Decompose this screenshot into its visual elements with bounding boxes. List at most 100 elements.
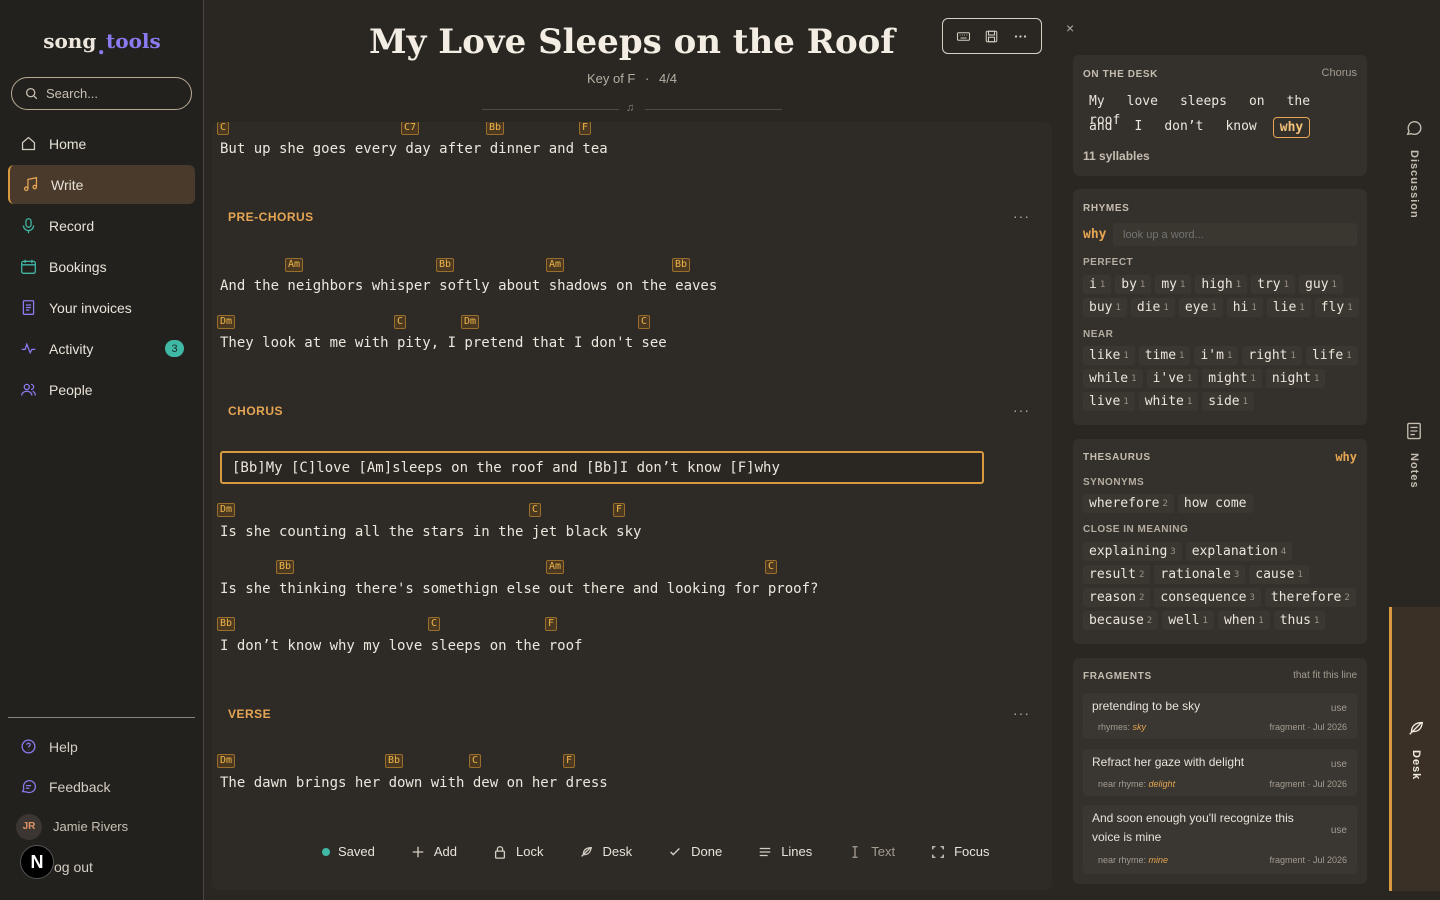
chord[interactable]: Am [546, 258, 565, 272]
section-menu-icon[interactable]: ··· [1013, 208, 1030, 224]
near-rhyme-chip[interactable]: life 1 [1305, 346, 1358, 365]
near-rhyme-chip[interactable]: night 1 [1265, 369, 1326, 388]
done-button[interactable]: Done [668, 844, 722, 859]
fragment-item[interactable]: pretending to be sky use rhymes: sky fra… [1083, 693, 1357, 739]
nav-item-activity[interactable]: Activity 3 [8, 329, 195, 368]
lyric-line[interactable]: The dawn brings her down with dew on her… [220, 775, 608, 791]
near-rhyme-chip[interactable]: like 1 [1083, 346, 1135, 365]
perfect-rhyme-chip[interactable]: guy 1 [1299, 275, 1343, 294]
near-rhyme-chip[interactable]: white 1 [1138, 392, 1199, 411]
rail-tab-notes[interactable]: Notes [1388, 422, 1440, 489]
rhyme-lookup-input[interactable] [1113, 223, 1357, 246]
chord[interactable]: Dm [217, 503, 236, 517]
lines-button[interactable]: Lines [758, 844, 812, 859]
perfect-rhyme-chip[interactable]: buy 1 [1083, 298, 1127, 317]
active-lyric-input[interactable]: [Bb]My [C]love [Am]sleeps on the roof an… [220, 451, 984, 484]
desk-word[interactable]: love [1121, 92, 1164, 111]
close-meaning-chip[interactable]: because 2 [1083, 611, 1159, 630]
chord[interactable]: F [613, 503, 626, 517]
fragment-item[interactable]: Refract her gaze with delight use near r… [1083, 749, 1357, 796]
near-rhyme-chip[interactable]: time 1 [1138, 346, 1191, 365]
lyric-line[interactable]: And the neighbors whisper softly about s… [220, 278, 717, 294]
near-rhyme-chip[interactable]: while 1 [1083, 369, 1143, 388]
synonym-chip[interactable]: how come [1177, 494, 1253, 513]
nav-item-invoices[interactable]: Your invoices [8, 288, 195, 327]
focus-button[interactable]: Focus [931, 844, 990, 859]
close-meaning-chip[interactable]: explaining 3 [1083, 542, 1182, 561]
chord[interactable]: Bb [436, 258, 455, 272]
nav-item-help[interactable]: Help [8, 727, 195, 766]
chord[interactable]: Am [546, 560, 565, 574]
chord[interactable]: C [217, 122, 230, 135]
desk-word[interactable]: and [1083, 117, 1118, 138]
close-meaning-chip[interactable]: explanation 4 [1185, 542, 1293, 561]
more-icon[interactable] [1013, 29, 1028, 44]
close-icon[interactable]: × [1066, 20, 1074, 36]
close-meaning-chip[interactable]: well 1 [1162, 611, 1214, 630]
lyrics-editor[interactable]: C C7 Bb F But up she goes every day afte… [212, 122, 1052, 890]
chord[interactable]: F [579, 122, 592, 135]
chord[interactable]: Dm [461, 315, 480, 329]
app-logo[interactable]: song.tools [0, 28, 204, 60]
close-meaning-chip[interactable]: reason 2 [1083, 588, 1151, 607]
user-profile[interactable]: JR Jamie Rivers [8, 807, 195, 846]
rail-tab-discussion[interactable]: Discussion [1388, 119, 1440, 219]
lyric-line[interactable]: I don’t know why my love sleeps on the r… [220, 638, 582, 654]
chord[interactable]: C [428, 617, 441, 631]
text-button[interactable]: Text [848, 844, 895, 859]
chord[interactable]: Bb [486, 122, 505, 135]
song-title[interactable]: My Love Sleeps on the Roof [300, 22, 964, 62]
chord[interactable]: F [563, 754, 576, 768]
section-label-verse[interactable]: VERSE [228, 707, 271, 721]
close-meaning-chip[interactable]: thus 1 [1273, 611, 1326, 630]
section-label-pre-chorus[interactable]: PRE-CHORUS [228, 210, 314, 224]
near-rhyme-chip[interactable]: might 1 [1202, 369, 1262, 388]
desk-word[interactable]: My [1083, 92, 1111, 111]
desk-button[interactable]: Desk [579, 844, 632, 859]
perfect-rhyme-chip[interactable]: die 1 [1130, 298, 1175, 317]
desk-word[interactable]: know [1219, 117, 1262, 138]
perfect-rhyme-chip[interactable]: my 1 [1155, 275, 1192, 294]
chord[interactable]: F [545, 617, 558, 631]
perfect-rhyme-chip[interactable]: eye 1 [1178, 298, 1223, 317]
n-logo-icon[interactable]: N [20, 845, 54, 879]
chord[interactable]: Bb [672, 258, 691, 272]
nav-item-home[interactable]: Home [8, 124, 195, 163]
desk-word[interactable]: I [1128, 117, 1148, 138]
fragment-item[interactable]: And soon enough you'll recognize this vo… [1083, 805, 1357, 874]
close-meaning-chip[interactable]: therefore 2 [1264, 588, 1356, 607]
near-rhyme-chip[interactable]: i've 1 [1146, 369, 1199, 388]
nav-item-people[interactable]: People [8, 370, 195, 409]
chord[interactable]: Bb [276, 560, 295, 574]
chord[interactable]: C [469, 754, 482, 768]
section-menu-icon[interactable]: ··· [1013, 402, 1030, 418]
search-box[interactable] [11, 77, 192, 110]
near-rhyme-chip[interactable]: live 1 [1083, 392, 1135, 411]
chord[interactable]: C [529, 503, 542, 517]
lyric-line[interactable]: They look at me with pity, I pretend tha… [220, 335, 667, 351]
lyric-line[interactable]: Is she thinking there's somethign else o… [220, 581, 818, 597]
chord[interactable]: C [765, 560, 778, 574]
synonym-chip[interactable]: wherefore 2 [1083, 494, 1174, 513]
desk-word[interactable]: on [1243, 92, 1271, 111]
perfect-rhyme-chip[interactable]: try 1 [1251, 275, 1296, 294]
chord[interactable]: C7 [401, 122, 420, 135]
nav-item-record[interactable]: Record [8, 206, 195, 245]
close-meaning-chip[interactable]: consequence 3 [1154, 588, 1261, 607]
near-rhyme-chip[interactable]: i'm 1 [1194, 346, 1239, 365]
desk-word[interactable]: the [1281, 92, 1316, 111]
lyric-line[interactable]: Is she counting all the stars in the jet… [220, 524, 641, 540]
keyboard-icon[interactable] [956, 29, 971, 44]
add-button[interactable]: Add [411, 844, 457, 859]
close-meaning-chip[interactable]: rationale 3 [1154, 565, 1246, 584]
fragment-use-button[interactable]: use [1331, 703, 1347, 714]
chord[interactable]: C [394, 315, 407, 329]
song-time-signature[interactable]: 4/4 [659, 71, 677, 86]
near-rhyme-chip[interactable]: side 1 [1202, 392, 1255, 411]
desk-word[interactable]: don’t [1158, 117, 1209, 138]
close-meaning-chip[interactable]: result 2 [1083, 565, 1151, 584]
chord[interactable]: Bb [217, 617, 236, 631]
save-icon[interactable] [984, 29, 999, 44]
perfect-rhyme-chip[interactable]: high 1 [1195, 275, 1248, 294]
nav-item-write[interactable]: Write [8, 165, 195, 204]
